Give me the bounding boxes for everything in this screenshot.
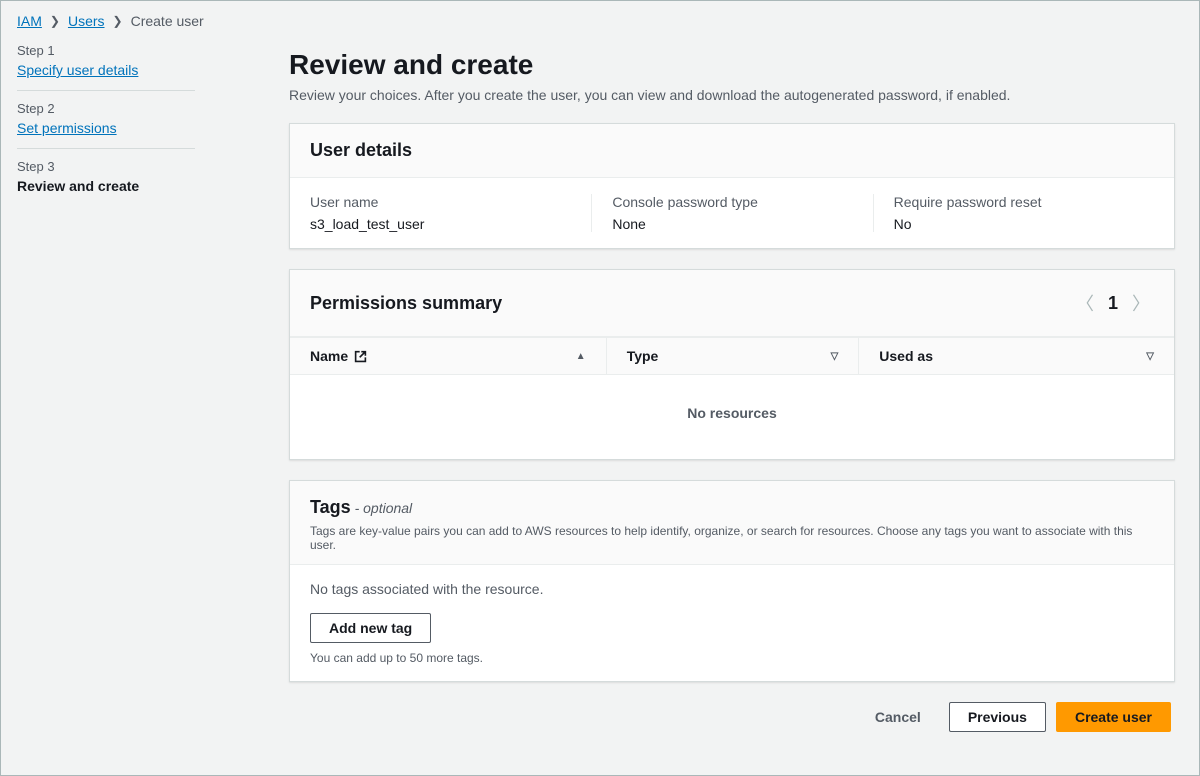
page-subtitle: Review your choices. After you create th… (289, 87, 1175, 103)
wizard-steps-sidebar: Step 1 Specify user details Step 2 Set p… (1, 39, 261, 775)
create-user-button[interactable]: Create user (1056, 702, 1171, 732)
tags-optional-label: - optional (351, 500, 412, 516)
user-details-panel: User details User name s3_load_test_user… (289, 123, 1175, 249)
column-type-label: Type (627, 348, 659, 364)
wizard-step-1[interactable]: Step 1 Specify user details (17, 43, 245, 88)
dropdown-icon: ▽ (1146, 351, 1154, 362)
breadcrumb-users[interactable]: Users (68, 13, 105, 29)
sort-asc-icon: ▲ (576, 351, 586, 362)
tags-empty-text: No tags associated with the resource. (310, 581, 1154, 597)
divider (17, 90, 195, 91)
breadcrumb: IAM ❯ Users ❯ Create user (1, 1, 1199, 39)
divider (17, 148, 195, 149)
permissions-heading: Permissions summary (310, 293, 502, 314)
previous-button[interactable]: Previous (949, 702, 1046, 732)
step-eyebrow: Step 2 (17, 101, 245, 116)
permissions-table-header: Name ▲ Type ▽ Used as ▽ (290, 337, 1174, 375)
step-link-set-permissions[interactable]: Set permissions (17, 120, 117, 136)
wizard-step-2[interactable]: Step 2 Set permissions (17, 93, 245, 146)
column-used-as[interactable]: Used as ▽ (858, 338, 1174, 374)
pagination: 〈 1 〉 (1072, 286, 1154, 320)
page-prev-icon[interactable]: 〈 (1072, 286, 1098, 320)
username-label: User name (310, 194, 571, 210)
page-title: Review and create (289, 49, 1175, 81)
user-details-heading: User details (290, 124, 1174, 178)
wizard-footer-actions: Cancel Previous Create user (289, 702, 1175, 736)
chevron-right-icon: ❯ (113, 14, 123, 28)
external-link-icon (354, 348, 367, 364)
main-content: Review and create Review your choices. A… (261, 39, 1199, 775)
cancel-button[interactable]: Cancel (857, 702, 939, 732)
page-container: IAM ❯ Users ❯ Create user Step 1 Specify… (0, 0, 1200, 776)
password-reset-label: Require password reset (894, 194, 1134, 210)
step-eyebrow: Step 3 (17, 159, 245, 174)
password-reset-value: No (894, 216, 1134, 232)
step-eyebrow: Step 1 (17, 43, 245, 58)
column-name[interactable]: Name ▲ (290, 338, 606, 374)
password-type-label: Console password type (612, 194, 852, 210)
dropdown-icon: ▽ (831, 351, 839, 362)
username-value: s3_load_test_user (310, 216, 571, 232)
column-type[interactable]: Type ▽ (606, 338, 859, 374)
page-number: 1 (1108, 293, 1118, 314)
add-new-tag-button[interactable]: Add new tag (310, 613, 431, 643)
step-current-label: Review and create (17, 178, 245, 194)
column-used-as-label: Used as (879, 348, 933, 364)
wizard-step-3: Step 3 Review and create (17, 151, 245, 204)
breadcrumb-current: Create user (131, 13, 204, 29)
step-link-specify-details[interactable]: Specify user details (17, 62, 138, 78)
password-type-value: None (612, 216, 852, 232)
tags-description: Tags are key-value pairs you can add to … (310, 524, 1154, 552)
breadcrumb-iam[interactable]: IAM (17, 13, 42, 29)
tags-limit-hint: You can add up to 50 more tags. (310, 651, 1154, 665)
permissions-empty-state: No resources (290, 375, 1174, 459)
permissions-summary-panel: Permissions summary 〈 1 〉 Name ▲ (289, 269, 1175, 460)
tags-heading: Tags (310, 497, 351, 517)
page-next-icon[interactable]: 〉 (1128, 286, 1154, 320)
tags-panel: Tags - optional Tags are key-value pairs… (289, 480, 1175, 682)
column-name-label: Name (310, 348, 348, 364)
chevron-right-icon: ❯ (50, 14, 60, 28)
